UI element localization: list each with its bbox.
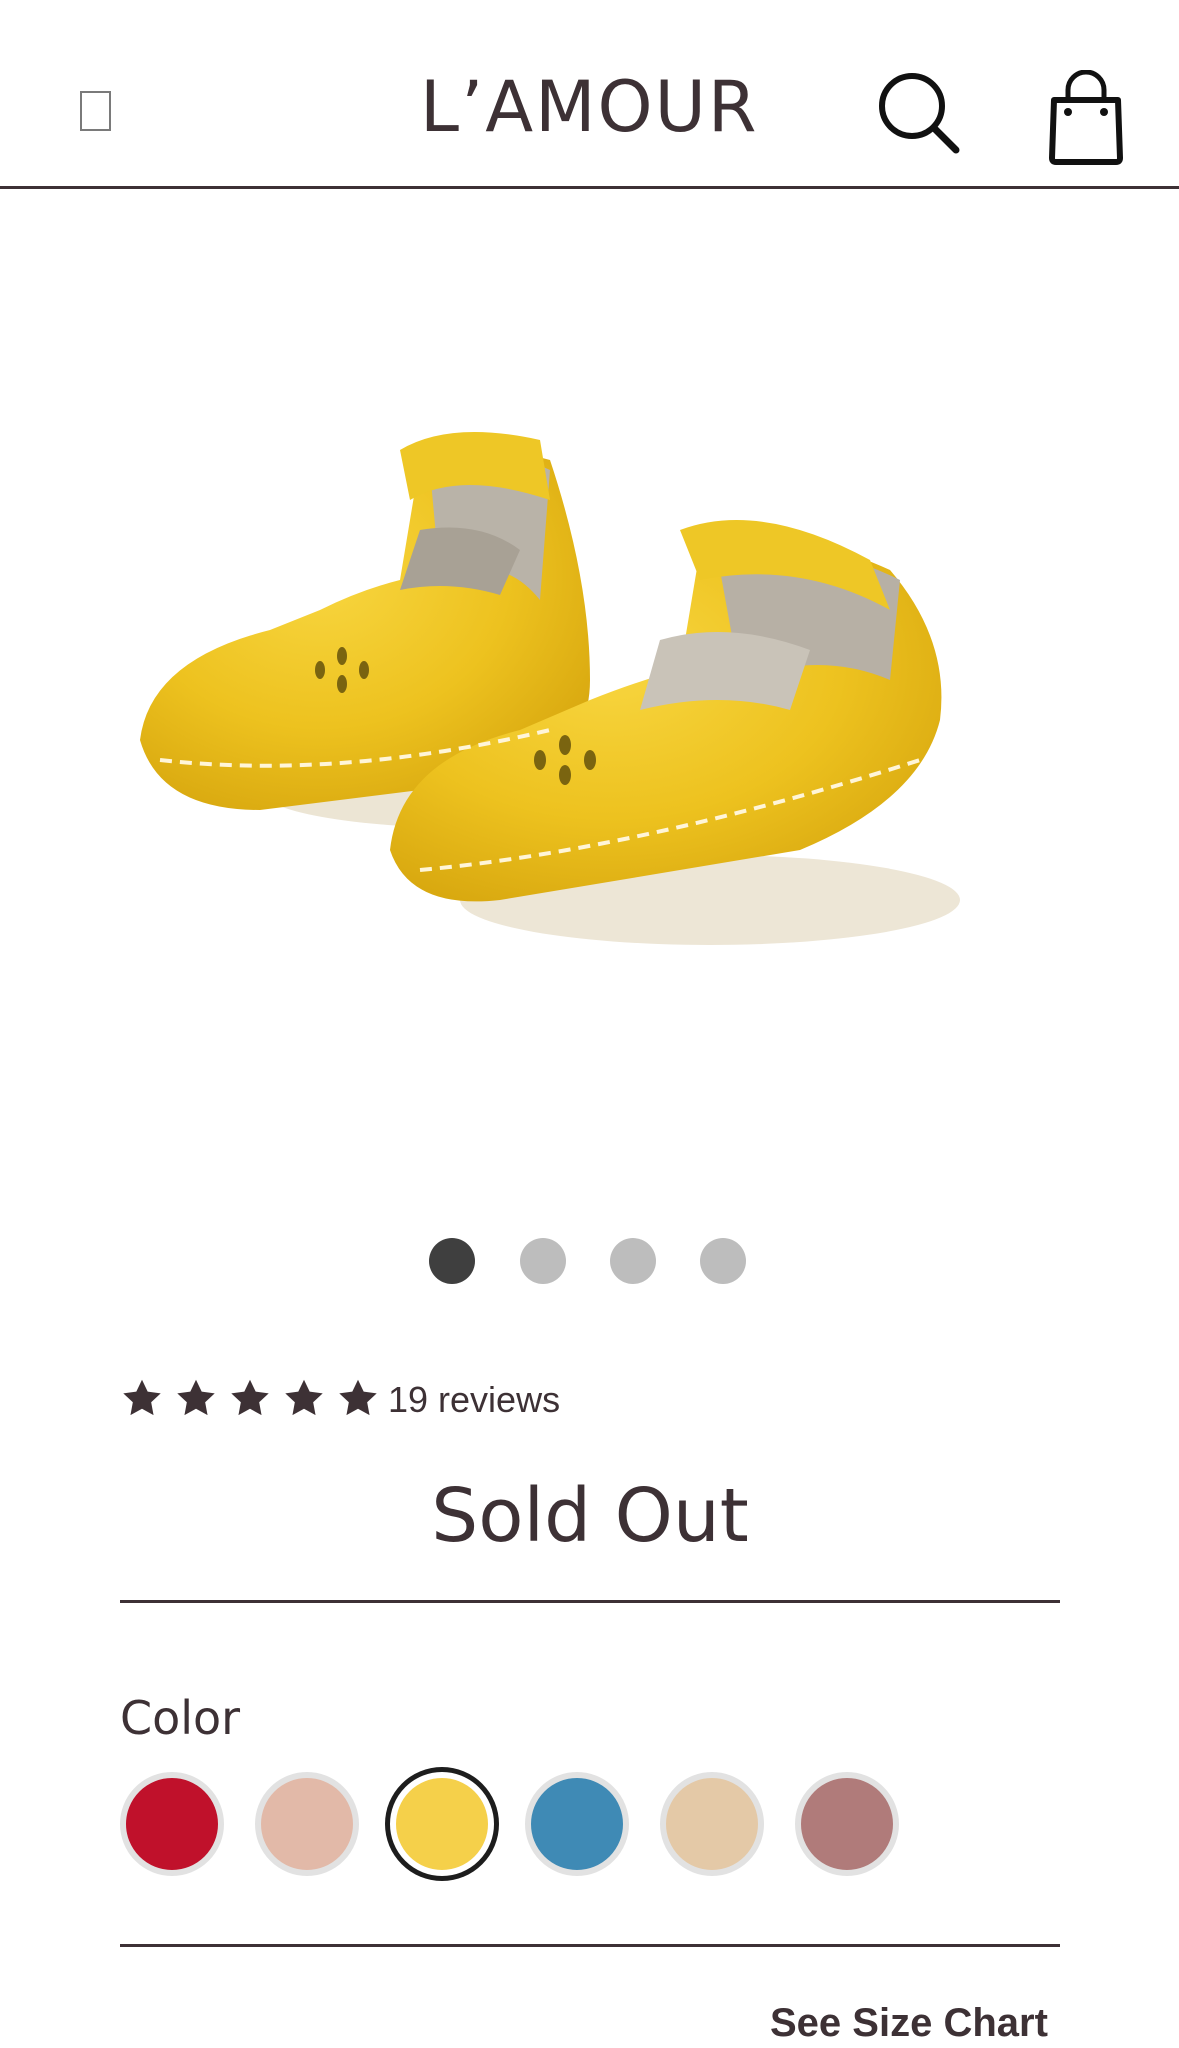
carousel-dots — [429, 1238, 749, 1286]
product-image[interactable] — [120, 380, 1060, 980]
search-icon[interactable] — [876, 70, 960, 154]
reviews-link[interactable]: 19 reviews — [388, 1378, 560, 1422]
color-swatch-tan[interactable] — [660, 1772, 764, 1876]
color-swatch-yellow[interactable] — [390, 1772, 494, 1876]
color-swatch-red[interactable] — [120, 1772, 224, 1876]
brand-logo[interactable]: L’AMOUR — [420, 62, 780, 152]
carousel-dot-3[interactable] — [610, 1238, 656, 1284]
divider — [120, 1600, 1060, 1603]
star-icon — [231, 1379, 269, 1416]
carousel-dot-1[interactable] — [429, 1238, 475, 1284]
divider — [120, 1944, 1060, 1947]
star-icon — [123, 1379, 161, 1416]
sold-out-status: Sold Out — [431, 1473, 749, 1559]
star-icon — [339, 1379, 377, 1416]
color-swatch-blue[interactable] — [525, 1772, 629, 1876]
star-icon — [285, 1379, 323, 1416]
carousel-dot-4[interactable] — [700, 1238, 746, 1284]
star-icon — [177, 1379, 215, 1416]
color-swatch-mauve[interactable] — [795, 1772, 899, 1876]
color-label: Color — [120, 1691, 241, 1745]
color-swatch-blush[interactable] — [255, 1772, 359, 1876]
shopping-bag-icon[interactable] — [1046, 70, 1126, 166]
menu-icon[interactable] — [80, 91, 111, 131]
carousel-dot-2[interactable] — [520, 1238, 566, 1284]
site-header: L’AMOUR — [0, 0, 1179, 189]
size-chart-link[interactable]: See Size Chart — [770, 1998, 1048, 2048]
